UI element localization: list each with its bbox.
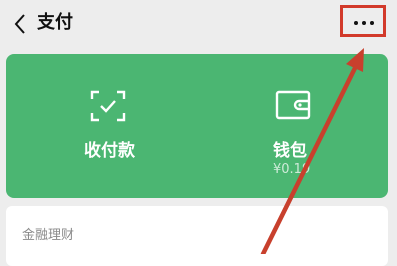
annotation-arrow [260,48,364,254]
